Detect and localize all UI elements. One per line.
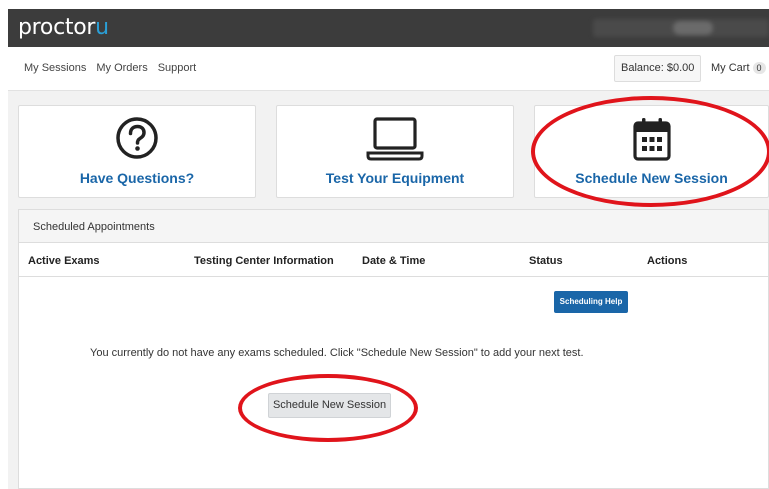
test-equipment-label: Test Your Equipment [325,170,465,186]
calendar-icon [632,116,672,167]
nav-link-support[interactable]: Support [158,62,197,74]
laptop-icon [366,116,424,167]
nav-link-my-sessions[interactable]: My Sessions [24,62,86,74]
empty-message: You currently do not have any exams sche… [90,347,584,359]
cart-label: My Cart [711,62,750,74]
my-cart-link[interactable]: My Cart 0 [711,62,766,74]
col-active-exams: Active Exams [28,255,100,267]
scheduled-appointments-panel: Scheduled Appointments Active Exams Test… [18,209,769,489]
nav-bar: My Sessions My Orders Support Balance: $… [8,47,769,91]
nav-links: My Sessions My Orders Support [24,62,206,74]
test-equipment-card[interactable]: Test Your Equipment [276,105,514,198]
scheduling-help-button[interactable]: Scheduling Help [554,291,628,313]
schedule-new-session-button[interactable]: Schedule New Session [268,393,391,418]
col-testing-center: Testing Center Information [194,255,334,267]
schedule-session-card[interactable]: Schedule New Session [534,105,769,198]
balance-badge[interactable]: Balance: $0.00 [614,55,702,82]
table-header: Active Exams Testing Center Information … [19,243,768,277]
user-menu-blurred[interactable] [593,19,769,37]
question-circle-icon [115,116,159,165]
col-date-time: Date & Time [362,255,426,267]
panel-title: Scheduled Appointments [19,210,768,243]
col-actions: Actions [647,255,688,267]
schedule-session-label: Schedule New Session [575,170,728,186]
main-content: Have Questions? Test Your Equipment Sche… [8,91,769,489]
cart-count-badge: 0 [752,62,766,74]
have-questions-card[interactable]: Have Questions? [18,105,256,198]
have-questions-label: Have Questions? [79,170,195,186]
proctoru-logo[interactable]: proctoru [18,15,109,40]
nav-link-my-orders[interactable]: My Orders [96,62,147,74]
col-status: Status [529,255,563,267]
top-bar: proctoru [8,9,769,47]
